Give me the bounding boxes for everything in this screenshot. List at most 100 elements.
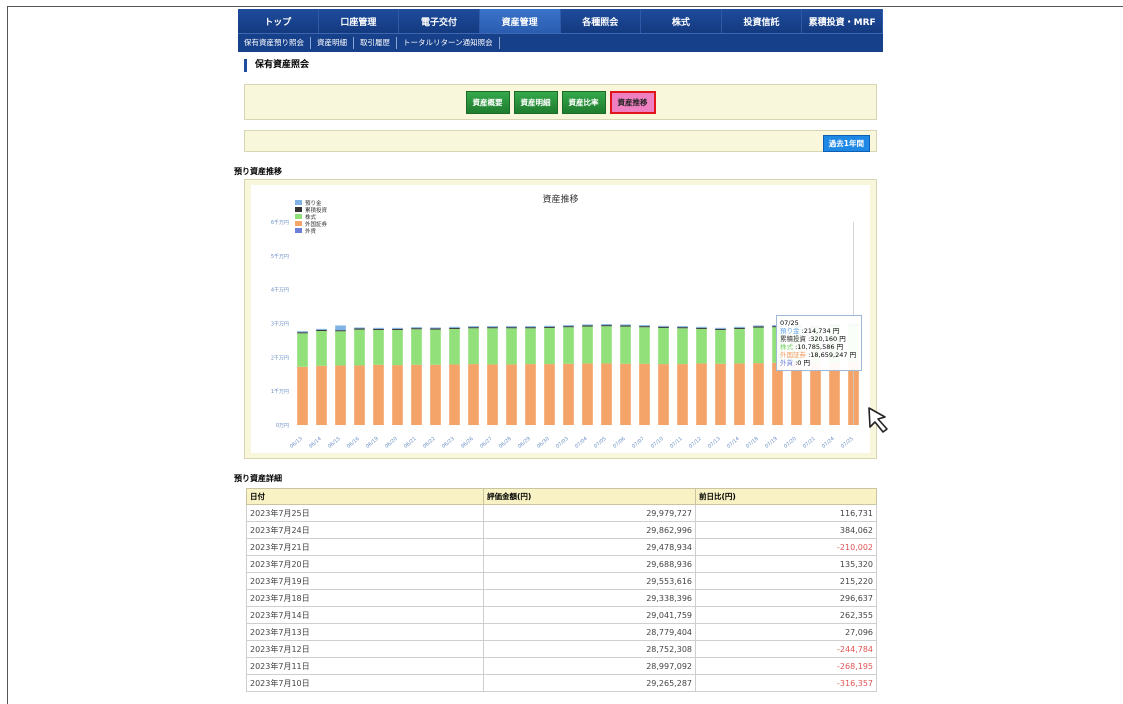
bar-segment-外国証券[interactable] <box>563 363 574 425</box>
bar-segment-累積投資[interactable] <box>411 328 422 330</box>
bar-segment-外国証券[interactable] <box>810 362 821 425</box>
bar-segment-累積投資[interactable] <box>392 328 403 330</box>
bar-segment-外国証券[interactable] <box>487 364 498 425</box>
bar-segment-株式[interactable] <box>430 329 441 365</box>
nav-tab-4[interactable]: 各種照会 <box>560 9 642 33</box>
bar-segment-株式[interactable] <box>601 326 612 364</box>
bar-segment-累積投資[interactable] <box>487 327 498 329</box>
bar-segment-預り金[interactable] <box>411 327 422 329</box>
bar-segment-外国証券[interactable] <box>753 363 764 425</box>
nav-tab-6[interactable]: 投資信託 <box>721 9 803 33</box>
bar-segment-株式[interactable] <box>316 330 327 366</box>
bar-segment-株式[interactable] <box>506 328 517 365</box>
bar-segment-外国証券[interactable] <box>544 364 555 425</box>
bar-segment-外国証券[interactable] <box>335 365 346 425</box>
bar-segment-預り金[interactable] <box>297 331 308 333</box>
period-1year-button[interactable]: 過去1年間 <box>822 135 870 152</box>
bar-segment-預り金[interactable] <box>734 326 745 328</box>
bar-segment-累積投資[interactable] <box>601 325 612 327</box>
bar-segment-預り金[interactable] <box>753 325 764 327</box>
bar-segment-株式[interactable] <box>639 327 650 364</box>
bar-segment-累積投資[interactable] <box>430 328 441 330</box>
bar-segment-株式[interactable] <box>525 328 536 365</box>
bar-segment-株式[interactable] <box>487 328 498 365</box>
bar-segment-株式[interactable] <box>354 329 365 366</box>
bar-segment-預り金[interactable] <box>658 325 669 327</box>
bar-segment-預り金[interactable] <box>354 327 365 329</box>
bar-segment-外国証券[interactable] <box>506 364 517 425</box>
bar-segment-預り金[interactable] <box>487 326 498 328</box>
subnav-item-1[interactable]: 資産明細 <box>311 37 354 49</box>
bar-segment-株式[interactable] <box>449 328 460 365</box>
bar-segment-外国証券[interactable] <box>791 362 802 425</box>
bar-segment-預り金[interactable] <box>639 325 650 327</box>
subnav-item-3[interactable]: トータルリターン通知照会 <box>397 37 500 49</box>
bar-segment-株式[interactable] <box>411 329 422 365</box>
bar-segment-外国証券[interactable] <box>734 363 745 425</box>
bar-segment-株式[interactable] <box>297 333 308 367</box>
nav-tab-5[interactable]: 株式 <box>641 9 722 33</box>
bar-segment-預り金[interactable] <box>468 326 479 328</box>
bar-segment-累積投資[interactable] <box>715 328 726 330</box>
bar-segment-累積投資[interactable] <box>734 327 745 329</box>
nav-tab-3[interactable]: 資産管理 <box>479 9 561 33</box>
nav-tab-7[interactable]: 累積投資・MRF <box>802 9 883 33</box>
bar-segment-外国証券[interactable] <box>582 363 593 425</box>
bar-segment-外国証券[interactable] <box>468 364 479 425</box>
bar-segment-外国証券[interactable] <box>696 363 707 425</box>
bar-segment-外国証券[interactable] <box>392 365 403 425</box>
bar-segment-預り金[interactable] <box>544 325 555 327</box>
bar-segment-外国証券[interactable] <box>829 362 840 425</box>
bar-segment-累積投資[interactable] <box>525 327 536 329</box>
bar-segment-預り金[interactable] <box>430 327 441 329</box>
subnav-item-0[interactable]: 保有資産預り照会 <box>238 37 311 49</box>
bar-segment-累積投資[interactable] <box>753 326 764 328</box>
bar-segment-株式[interactable] <box>335 331 346 366</box>
bar-segment-株式[interactable] <box>753 327 764 364</box>
bar-segment-株式[interactable] <box>544 327 555 365</box>
bar-segment-外国証券[interactable] <box>658 364 669 425</box>
bar-segment-預り金[interactable] <box>696 326 707 328</box>
bar-segment-外国証券[interactable] <box>354 365 365 425</box>
bar-segment-株式[interactable] <box>620 326 631 364</box>
bar-segment-預り金[interactable] <box>506 326 517 328</box>
bar-segment-累積投資[interactable] <box>696 327 707 329</box>
bar-segment-外国証券[interactable] <box>449 364 460 425</box>
bar-segment-株式[interactable] <box>696 328 707 364</box>
bar-segment-外国証券[interactable] <box>772 362 783 425</box>
bar-segment-累積投資[interactable] <box>658 326 669 328</box>
view-button-3[interactable]: 資産推移 <box>609 90 656 114</box>
bar-segment-外国証券[interactable] <box>411 364 422 425</box>
bar-segment-預り金[interactable] <box>620 324 631 326</box>
nav-tab-1[interactable]: 口座管理 <box>318 9 400 33</box>
view-button-2[interactable]: 資産比率 <box>561 90 606 114</box>
bar-segment-累積投資[interactable] <box>373 328 384 330</box>
bar-segment-累積投資[interactable] <box>639 326 650 328</box>
bar-segment-株式[interactable] <box>658 327 669 365</box>
bar-segment-外国証券[interactable] <box>639 363 650 425</box>
bar-segment-預り金[interactable] <box>582 324 593 326</box>
bar-segment-預り金[interactable] <box>392 327 403 329</box>
bar-segment-預り金[interactable] <box>449 326 460 328</box>
bar-segment-外国証券[interactable] <box>601 363 612 425</box>
bar-segment-預り金[interactable] <box>525 326 536 328</box>
nav-tab-0[interactable]: トップ <box>238 9 319 33</box>
bar-segment-外国証券[interactable] <box>430 364 441 425</box>
bar-segment-預り金[interactable] <box>335 325 346 331</box>
bar-segment-外国証券[interactable] <box>620 363 631 425</box>
bar-segment-株式[interactable] <box>373 329 384 365</box>
bar-segment-累積投資[interactable] <box>677 327 688 329</box>
bar-segment-外国証券[interactable] <box>297 366 308 425</box>
bar-segment-株式[interactable] <box>734 328 745 364</box>
bar-segment-累積投資[interactable] <box>449 327 460 329</box>
subnav-item-2[interactable]: 取引履歴 <box>354 37 397 49</box>
bar-segment-株式[interactable] <box>715 329 726 364</box>
bar-segment-預り金[interactable] <box>715 327 726 329</box>
bar-segment-累積投資[interactable] <box>335 330 346 332</box>
bar-segment-預り金[interactable] <box>563 325 574 327</box>
bar-segment-累積投資[interactable] <box>582 325 593 327</box>
legend-item[interactable]: 外貨 <box>295 227 327 235</box>
bar-segment-外国証券[interactable] <box>316 365 327 425</box>
bar-segment-累積投資[interactable] <box>354 328 365 330</box>
bar-segment-外国証券[interactable] <box>715 363 726 425</box>
